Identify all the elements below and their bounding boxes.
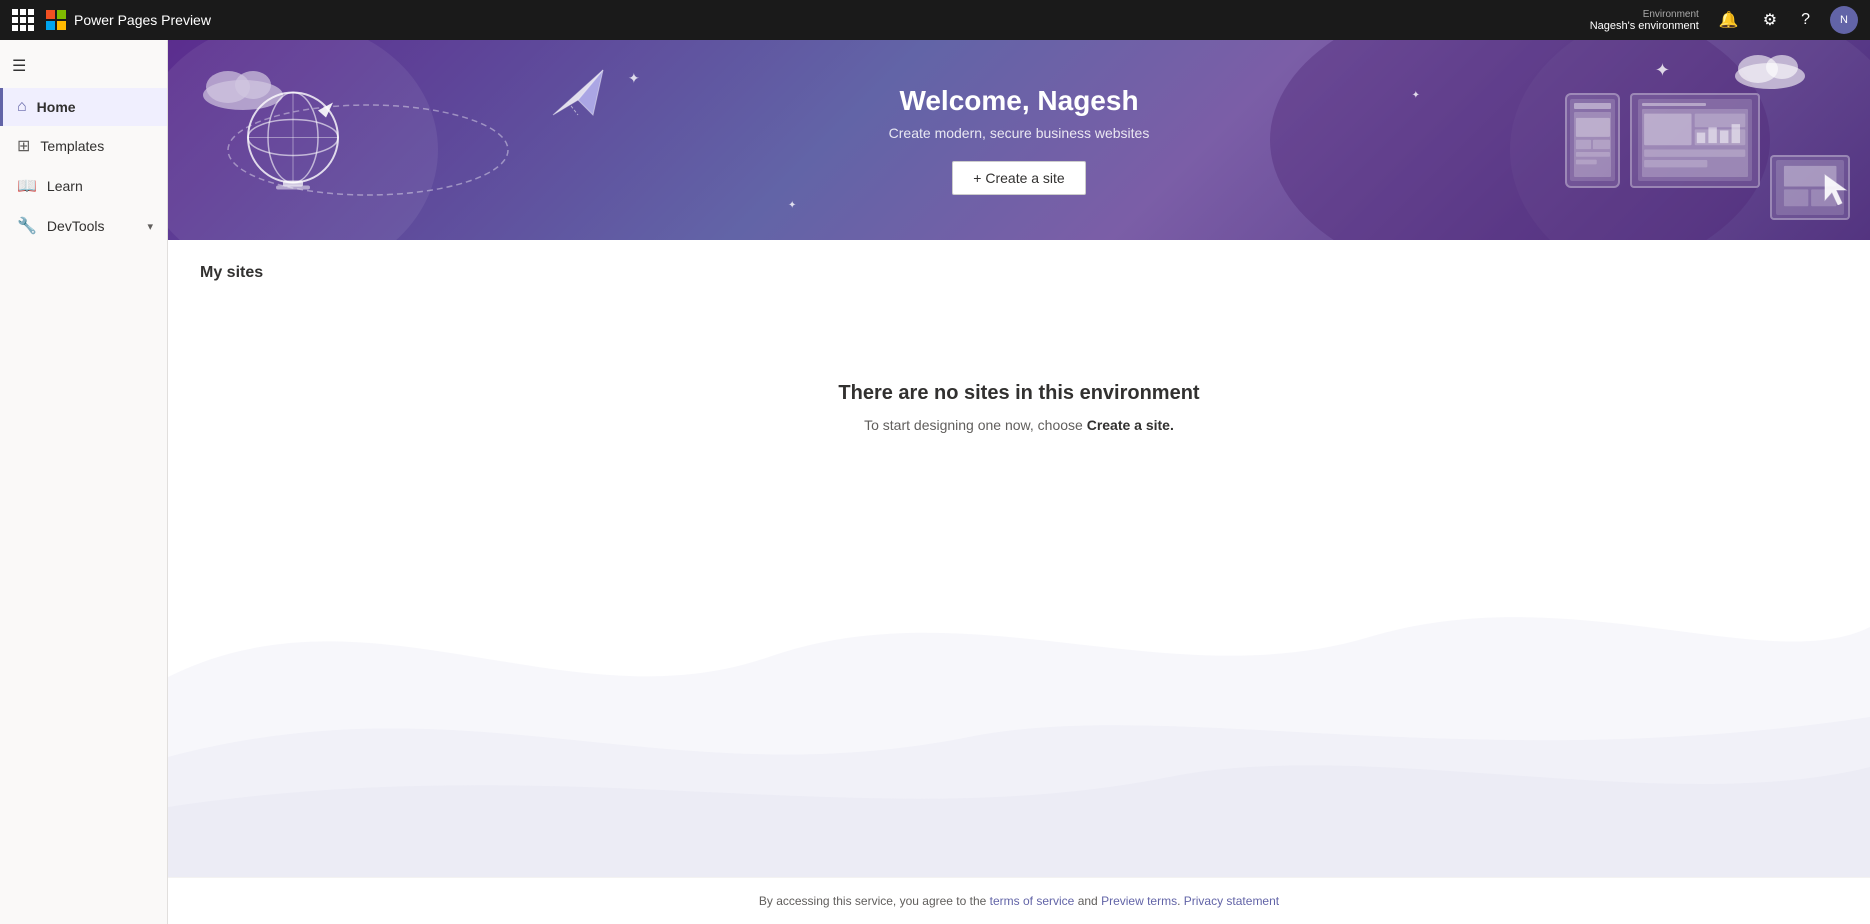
desktop-mockup-content [1642,109,1747,177]
my-sites-title: My sites [200,264,1838,282]
sidebar-item-devtools-label: DevTools [47,218,105,234]
footer: By accessing this service, you agree to … [168,877,1870,924]
empty-state-title: There are no sites in this environment [838,382,1199,405]
settings-button[interactable]: ⚙ [1759,6,1781,34]
footer-text-middle: and [1074,894,1101,908]
cursor-icon [1820,170,1850,210]
help-button[interactable]: ? [1797,7,1814,33]
sidebar-item-home[interactable]: ⌂ Home [0,88,167,126]
footer-text-prefix: By accessing this service, you agree to … [759,894,990,908]
banner-welcome-title: Welcome, Nagesh [889,85,1150,117]
phone-mockup-inner [1570,99,1616,181]
devtools-icon: 🔧 [17,216,37,236]
env-name: Nagesh's environment [1590,20,1699,32]
desktop-mockup-inner [1638,99,1751,181]
environment-info[interactable]: Environment Nagesh's environment [1590,9,1699,32]
ms-logo-icon [46,10,66,30]
empty-state-description: To start designing one now, choose Creat… [864,417,1174,433]
sidebar-item-devtools[interactable]: 🔧 DevTools ▾ [0,206,167,246]
avatar[interactable]: N [1830,6,1858,34]
top-nav-right: Environment Nagesh's environment 🔔 ⚙ ? N [1590,6,1858,34]
create-site-button[interactable]: + Create a site [952,161,1085,195]
mockup-bar-short [1642,103,1705,106]
app-title: Power Pages Preview [74,12,211,28]
empty-desc-create-link: Create a site. [1087,417,1174,433]
main-content: ✦ ✦ ✦ ✦ [168,40,1870,924]
banner-right-decor [1490,40,1870,240]
orbit-path [218,100,518,200]
notifications-button[interactable]: 🔔 [1715,6,1743,34]
sidebar: ☰ ⌂ Home ⊞ Templates 📖 Learn 🔧 DevTools … [0,40,168,924]
welcome-banner: ✦ ✦ ✦ ✦ [168,40,1870,240]
footer-privacy-link[interactable]: Privacy statement [1184,894,1279,908]
banner-subtitle: Create modern, secure business websites [889,125,1150,141]
learn-icon: 📖 [17,176,37,196]
mockup-content [1574,112,1612,177]
home-icon: ⌂ [17,98,27,116]
sidebar-item-learn-label: Learn [47,178,83,194]
devtools-chevron-icon: ▾ [147,220,153,233]
waffle-menu[interactable] [12,9,34,31]
env-label: Environment [1643,9,1699,20]
templates-icon: ⊞ [17,136,30,156]
footer-tos-link[interactable]: terms of service [990,894,1075,908]
sidebar-item-home-label: Home [37,99,76,115]
footer-preview-link[interactable]: Preview terms [1101,894,1177,908]
mockup-bar [1574,103,1612,109]
phone-mockup [1565,93,1620,188]
sidebar-item-templates-label: Templates [40,138,104,154]
desktop-mockup [1630,93,1760,188]
sidebar-item-templates[interactable]: ⊞ Templates [0,126,167,166]
top-nav: Power Pages Preview Environment Nagesh's… [0,0,1870,40]
ms-logo-area: Power Pages Preview [46,10,211,30]
paper-plane-icon [548,60,608,125]
hamburger-button[interactable]: ☰ [0,48,167,84]
sidebar-item-learn[interactable]: 📖 Learn [0,166,167,206]
banner-center-content: Welcome, Nagesh Create modern, secure bu… [889,85,1150,195]
main-layout: ☰ ⌂ Home ⊞ Templates 📖 Learn 🔧 DevTools … [0,40,1870,924]
my-sites-section: My sites There are no sites in this envi… [168,240,1870,877]
empty-state: There are no sites in this environment T… [200,302,1838,473]
empty-desc-prefix: To start designing one now, choose [864,417,1087,433]
footer-text-end: . [1177,894,1184,908]
